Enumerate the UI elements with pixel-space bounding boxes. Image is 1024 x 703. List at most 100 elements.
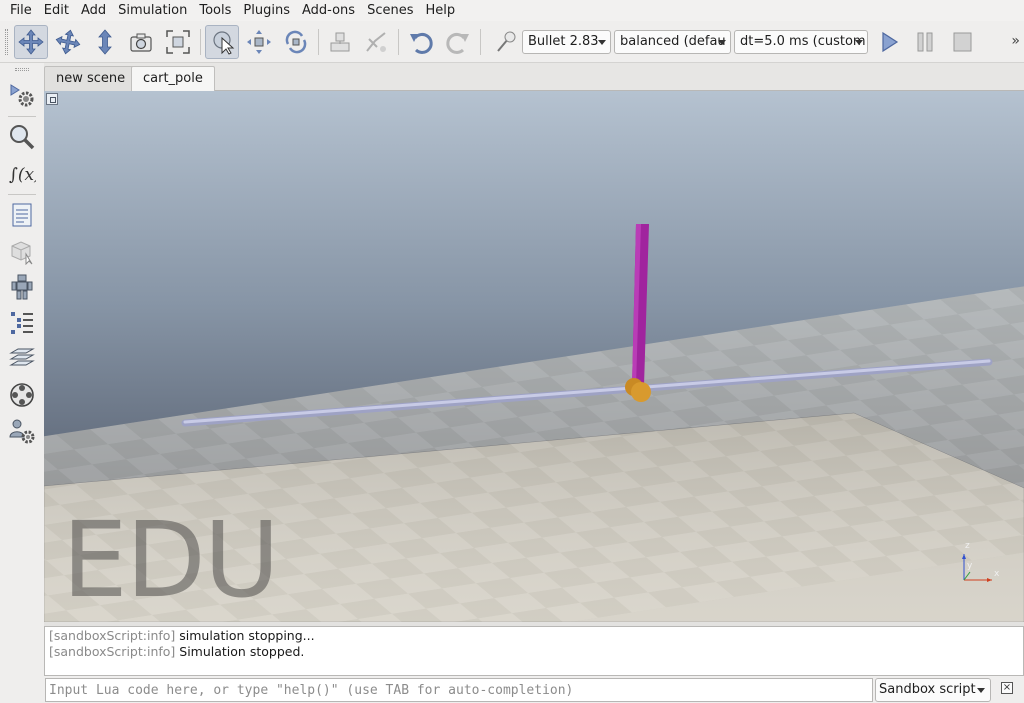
- user-gear-icon: [9, 419, 35, 444]
- calculation-modules-button[interactable]: ∫(x): [6, 157, 38, 189]
- scene-hierarchy-button[interactable]: [6, 199, 38, 231]
- toolbar-grip[interactable]: [15, 68, 29, 71]
- pause-icon: [917, 32, 933, 52]
- accuracy-value: balanced (defau: [620, 34, 726, 49]
- script-target-select[interactable]: Sandbox script: [875, 678, 991, 702]
- stop-simulation-button[interactable]: [945, 25, 979, 59]
- redo-icon: [446, 33, 469, 54]
- timestep-value: dt=5.0 ms (custom: [740, 34, 866, 49]
- tab-new-scene[interactable]: new scene: [44, 66, 138, 91]
- toolbar-separator: [480, 29, 481, 55]
- layers-list-button[interactable]: [6, 307, 38, 339]
- assemble-button[interactable]: [323, 25, 357, 59]
- menu-simulation[interactable]: Simulation: [112, 0, 193, 21]
- chevron-down-icon: [855, 40, 863, 45]
- menu-edit[interactable]: Edit: [38, 0, 75, 21]
- script-target-value: Sandbox script: [879, 682, 976, 697]
- layers-button[interactable]: [6, 343, 38, 375]
- left-toolbar: ∫(x): [0, 63, 44, 703]
- toolbar-grip[interactable]: [5, 29, 8, 55]
- object-rotate-button[interactable]: [279, 25, 313, 59]
- shape-edit-button[interactable]: [6, 235, 38, 267]
- chevron-down-icon: [598, 40, 606, 45]
- camera-angle-button[interactable]: [124, 25, 158, 59]
- toolbar-separator: [318, 29, 319, 55]
- rotate-arrows-icon: [55, 29, 81, 55]
- tab-cart-pole[interactable]: cart_pole: [131, 66, 215, 92]
- undo-button[interactable]: [404, 25, 438, 59]
- chevron-down-icon: [718, 40, 726, 45]
- menu-tools[interactable]: Tools: [193, 0, 237, 21]
- video-recorder-button[interactable]: [6, 379, 38, 411]
- fit-view-icon: [166, 30, 190, 54]
- command-bar: Sandbox script ×: [44, 677, 1024, 703]
- layers-icon: [9, 348, 35, 366]
- object-rotate-icon: [285, 30, 307, 54]
- object-move-icon: [247, 30, 271, 54]
- model-browser-button[interactable]: [6, 121, 38, 153]
- toolbar-separator: [8, 194, 36, 195]
- scene-tab-bar: new scene cart_pole: [44, 63, 1024, 92]
- toolbar-separator: [200, 29, 201, 55]
- chevron-down-icon: [977, 688, 985, 693]
- toolbar-separator: [398, 29, 399, 55]
- document-list-icon: [12, 203, 32, 227]
- lua-command-input[interactable]: [45, 678, 873, 702]
- log-message: simulation stopping...: [175, 628, 315, 643]
- main-toolbar: Bullet 2.83 balanced (defau dt=5.0 ms (c…: [0, 21, 1024, 63]
- robot-models-button[interactable]: [6, 271, 38, 303]
- object-shift-button[interactable]: [242, 25, 276, 59]
- pause-simulation-button[interactable]: [908, 25, 942, 59]
- axis-x-label: x: [994, 569, 1000, 579]
- start-simulation-button[interactable]: [872, 25, 906, 59]
- simulation-settings-button[interactable]: [6, 79, 38, 111]
- magnifier-icon: [10, 125, 35, 150]
- edu-watermark: EDU: [62, 499, 280, 621]
- log-source: [sandboxScript:info]: [49, 628, 176, 643]
- log-message: Simulation stopped.: [175, 644, 305, 659]
- menu-addons[interactable]: Add-ons: [296, 0, 361, 21]
- transfer-dna-icon: [366, 32, 386, 52]
- camera-rotate-button[interactable]: [51, 25, 85, 59]
- transfer-dna-button[interactable]: [359, 25, 393, 59]
- svg-text:∫(x): ∫(x): [9, 165, 36, 185]
- toolbar-separator: [8, 116, 36, 117]
- view-select-icon[interactable]: [46, 93, 58, 105]
- toolbar-overflow-button[interactable]: »: [1011, 33, 1020, 49]
- redo-button[interactable]: [441, 25, 475, 59]
- menu-scenes[interactable]: Scenes: [361, 0, 419, 21]
- axis-y-label: y: [967, 561, 973, 571]
- undo-icon: [410, 33, 433, 54]
- function-icon: ∫(x): [9, 165, 36, 185]
- status-log-panel: [sandboxScript:info] simulation stopping…: [44, 626, 1024, 676]
- timestep-select[interactable]: dt=5.0 ms (custom: [734, 30, 868, 54]
- select-pointer-icon: [213, 31, 235, 55]
- world-axes-indicator: z y x: [962, 541, 1000, 582]
- fit-to-view-button[interactable]: [161, 25, 195, 59]
- robot-icon: [11, 274, 33, 300]
- log-line: [sandboxScript:info] simulation stopping…: [49, 628, 1019, 644]
- camera-shift-button[interactable]: [88, 25, 122, 59]
- menu-help[interactable]: Help: [419, 0, 461, 21]
- play-gear-icon: [10, 84, 34, 107]
- user-settings-button[interactable]: [6, 415, 38, 447]
- camera-pan-button[interactable]: [14, 25, 48, 59]
- menu-file[interactable]: File: [4, 0, 38, 21]
- accuracy-select[interactable]: balanced (defau: [614, 30, 731, 54]
- close-icon[interactable]: ×: [1001, 682, 1013, 694]
- stop-icon: [953, 32, 972, 52]
- coppeliasim-window: File Edit Add Simulation Tools Plugins A…: [0, 0, 1024, 703]
- camera-icon: [130, 33, 152, 52]
- log-source: [sandboxScript:info]: [49, 644, 176, 659]
- menu-add[interactable]: Add: [75, 0, 112, 21]
- click-select-button[interactable]: [205, 25, 239, 59]
- menu-bar: File Edit Add Simulation Tools Plugins A…: [0, 0, 1024, 21]
- log-line: [sandboxScript:info] Simulation stopped.: [49, 644, 1019, 660]
- scene-viewport[interactable]: EDU z y x: [44, 91, 1024, 622]
- menu-plugins[interactable]: Plugins: [237, 0, 296, 21]
- physics-engine-select[interactable]: Bullet 2.83: [522, 30, 611, 54]
- cube-cursor-icon: [11, 241, 33, 265]
- dynamics-toggle-button[interactable]: [488, 25, 522, 59]
- assemble-icon: [330, 32, 350, 52]
- vertical-arrows-icon: [98, 29, 112, 55]
